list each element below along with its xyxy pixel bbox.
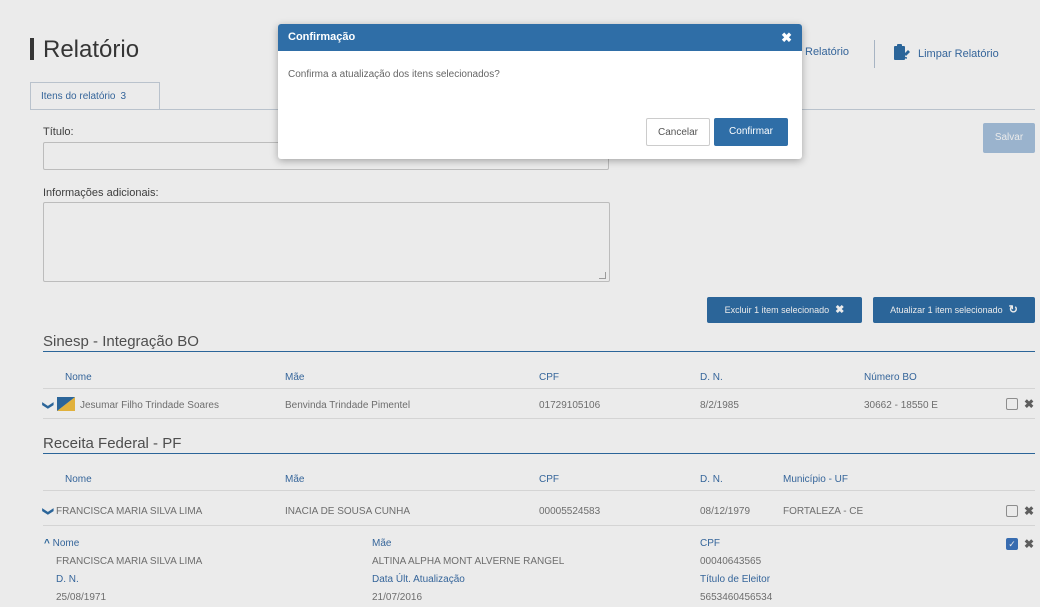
confirm-dialog: Confirmação ✖ Confirma a atualização dos… <box>278 24 802 159</box>
dialog-message: Confirma a atualização dos itens selecio… <box>288 69 500 80</box>
dialog-title: Confirmação <box>288 31 356 43</box>
close-icon[interactable]: ✖ <box>781 24 792 51</box>
cancel-button[interactable]: Cancelar <box>646 118 710 146</box>
confirm-button[interactable]: Confirmar <box>714 118 788 146</box>
dialog-header: Confirmação ✖ <box>278 24 802 51</box>
